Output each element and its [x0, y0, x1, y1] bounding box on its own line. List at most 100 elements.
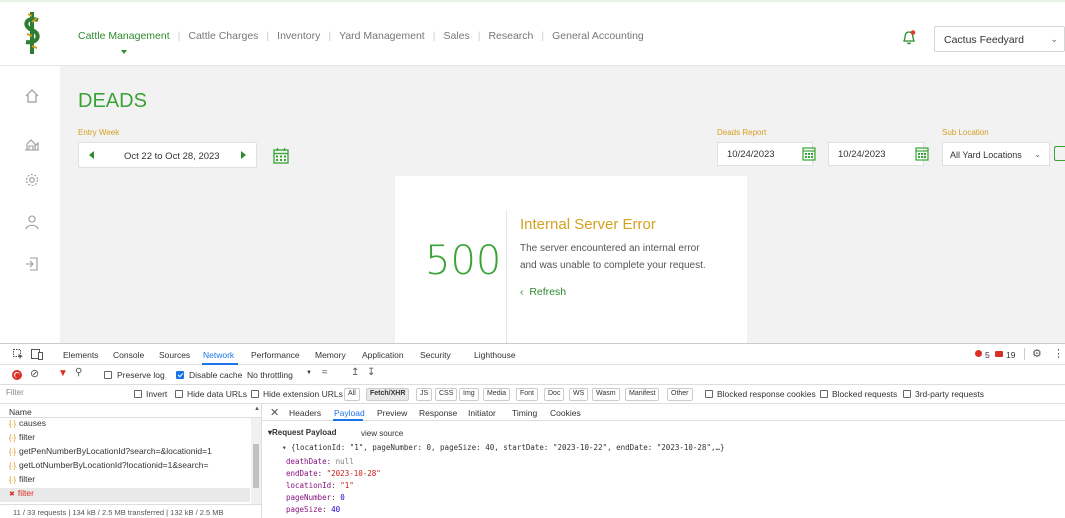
sub-location-label: Sub Location — [942, 128, 989, 137]
hide-extension-urls-checkbox[interactable] — [251, 390, 259, 398]
invert-checkbox[interactable] — [134, 390, 142, 398]
disable-cache-checkbox[interactable] — [176, 371, 184, 379]
preserve-log-checkbox[interactable] — [104, 371, 112, 379]
type-filter-img[interactable]: Img — [459, 388, 479, 401]
payload-field: endDate: "2023-10-28" — [286, 469, 381, 478]
nav-yard-management[interactable]: Yard Management — [331, 30, 433, 42]
error-count[interactable]: 5 — [985, 350, 990, 360]
network-conditions-icon[interactable]: ≈ — [322, 367, 328, 378]
sort-up-icon[interactable]: ▲ — [254, 406, 260, 412]
export-har-icon[interactable]: ↧ — [367, 367, 375, 378]
hide-data-urls-checkbox[interactable] — [175, 390, 183, 398]
detail-tab-cookies[interactable]: Cookies — [550, 408, 581, 418]
type-filter-manifest[interactable]: Manifest — [625, 388, 660, 401]
detail-tab-response[interactable]: Response — [419, 408, 457, 418]
blocked-response-cookies-checkbox[interactable] — [705, 390, 713, 398]
sub-location-select[interactable]: All Yard Locations ⌄ — [942, 142, 1050, 166]
xhr-icon: {·} — [9, 421, 17, 428]
refresh-link[interactable]: ‹ Refresh — [520, 286, 566, 298]
devtools-tab-network[interactable]: Network — [203, 350, 234, 360]
brand-logo[interactable] — [20, 12, 44, 54]
type-filter-media[interactable]: Media — [483, 388, 511, 401]
search-icon[interactable]: ⚲ — [75, 367, 82, 378]
blocked-requests-checkbox[interactable] — [820, 390, 828, 398]
name-column-header[interactable]: Name — [9, 407, 32, 417]
devtools-tab-security[interactable]: Security — [420, 350, 451, 360]
request-row[interactable]: {·} filter — [0, 432, 250, 446]
more-options-icon[interactable]: ⋮ — [1053, 347, 1064, 360]
inspect-element-icon[interactable] — [13, 349, 24, 360]
third-party-label: 3rd-party requests — [915, 389, 984, 399]
detail-tab-preview[interactable]: Preview — [377, 408, 407, 418]
request-row[interactable]: {·} getPenNumberByLocationId?search=&loca… — [0, 446, 250, 460]
third-party-checkbox[interactable] — [903, 390, 911, 398]
type-filter-doc[interactable]: Doc — [544, 388, 565, 401]
devtools-tab-memory[interactable]: Memory — [315, 350, 346, 360]
request-list-scrollbar[interactable] — [251, 418, 261, 504]
close-icon[interactable]: ✕ — [270, 406, 279, 419]
network-filter-bar: Filter Invert Hide data URLs Hide extens… — [0, 385, 1065, 404]
field-value: "1" — [340, 481, 354, 490]
device-toolbar-icon[interactable] — [31, 349, 43, 360]
devtools-tab-console[interactable]: Console — [113, 350, 144, 360]
request-payload-section[interactable]: ▾Request Payload — [268, 428, 336, 437]
nav-cattle-charges[interactable]: Cattle Charges — [180, 30, 266, 42]
request-name: causes — [19, 418, 46, 428]
type-filter-js[interactable]: JS — [416, 388, 433, 401]
payload-summary[interactable]: ▾ {locationId: "1", pageNumber: 0, pageS… — [282, 443, 725, 452]
next-week-arrow-icon[interactable] — [241, 151, 246, 159]
nav-research[interactable]: Research — [480, 30, 541, 42]
nav-inventory[interactable]: Inventory — [269, 30, 328, 42]
type-filter-all[interactable]: All — [344, 388, 360, 401]
filter-input[interactable]: Filter — [6, 388, 130, 401]
calendar-icon[interactable] — [915, 146, 929, 161]
export-icon[interactable] — [1054, 146, 1065, 161]
request-row[interactable]: {·} causes — [0, 418, 250, 432]
devtools-tab-application[interactable]: Application — [362, 350, 404, 360]
devtools-tab-sources[interactable]: Sources — [159, 350, 190, 360]
calendar-icon[interactable] — [802, 146, 816, 161]
detail-tab-timing[interactable]: Timing — [512, 408, 537, 418]
view-source-link[interactable]: view source — [361, 429, 403, 438]
settings-gear-icon[interactable]: ⚙ — [1032, 347, 1042, 360]
devtools-tab-lighthouse[interactable]: Lighthouse — [474, 350, 516, 360]
detail-tab-payload[interactable]: Payload — [334, 408, 365, 418]
clear-icon[interactable]: ⊘ — [30, 367, 39, 380]
type-filter-css[interactable]: CSS — [435, 388, 458, 401]
request-row[interactable]: {·} getLotNumberByLocationId?locationid=1… — [0, 460, 250, 474]
yard-select[interactable]: Cactus Feedyard ⌄ — [934, 26, 1065, 52]
request-row[interactable]: {·} filter — [0, 474, 250, 488]
type-filter-font[interactable]: Font — [516, 388, 539, 401]
logout-icon[interactable] — [24, 256, 40, 272]
notification-bell-icon[interactable] — [902, 30, 916, 46]
sub-location-value: All Yard Locations — [950, 150, 1022, 160]
barn-icon[interactable] — [24, 136, 40, 152]
filter-funnel-icon[interactable]: ▼ — [58, 368, 68, 379]
devtools-tab-performance[interactable]: Performance — [251, 350, 300, 360]
type-filter-other[interactable]: Other — [667, 388, 693, 401]
payload-field: locationId: "1" — [286, 481, 354, 490]
detail-tab-headers[interactable]: Headers — [289, 408, 321, 418]
scrollbar-thumb[interactable] — [253, 444, 259, 488]
user-icon[interactable] — [24, 214, 40, 230]
throttling-select[interactable]: No throttling — [247, 370, 293, 380]
import-har-icon[interactable]: ↥ — [351, 367, 359, 378]
home-icon[interactable] — [24, 88, 40, 104]
issues-count[interactable]: 19 — [1006, 350, 1015, 360]
nav-cattle-management[interactable]: Cattle Management — [78, 30, 178, 54]
request-name: filter — [19, 432, 36, 442]
nav-sales[interactable]: Sales — [435, 30, 477, 42]
settings-gear-icon[interactable] — [24, 172, 40, 188]
type-filter-ws[interactable]: WS — [569, 388, 589, 401]
deads-report-to-input[interactable]: 10/24/2023 — [828, 142, 924, 166]
request-row-error[interactable]: ✖ filter — [0, 488, 250, 502]
nav-general-accounting[interactable]: General Accounting — [544, 30, 652, 42]
calendar-icon[interactable] — [273, 147, 289, 164]
request-name: filter — [19, 474, 36, 484]
devtools-tab-elements[interactable]: Elements — [63, 350, 98, 360]
type-filter-wasm[interactable]: Wasm — [592, 388, 620, 401]
prev-week-arrow-icon[interactable] — [89, 151, 94, 159]
detail-tab-initiator[interactable]: Initiator — [468, 408, 496, 418]
type-filter-fetch-xhr[interactable]: Fetch/XHR — [366, 388, 410, 401]
deads-report-from-input[interactable]: 10/24/2023 — [717, 142, 813, 166]
